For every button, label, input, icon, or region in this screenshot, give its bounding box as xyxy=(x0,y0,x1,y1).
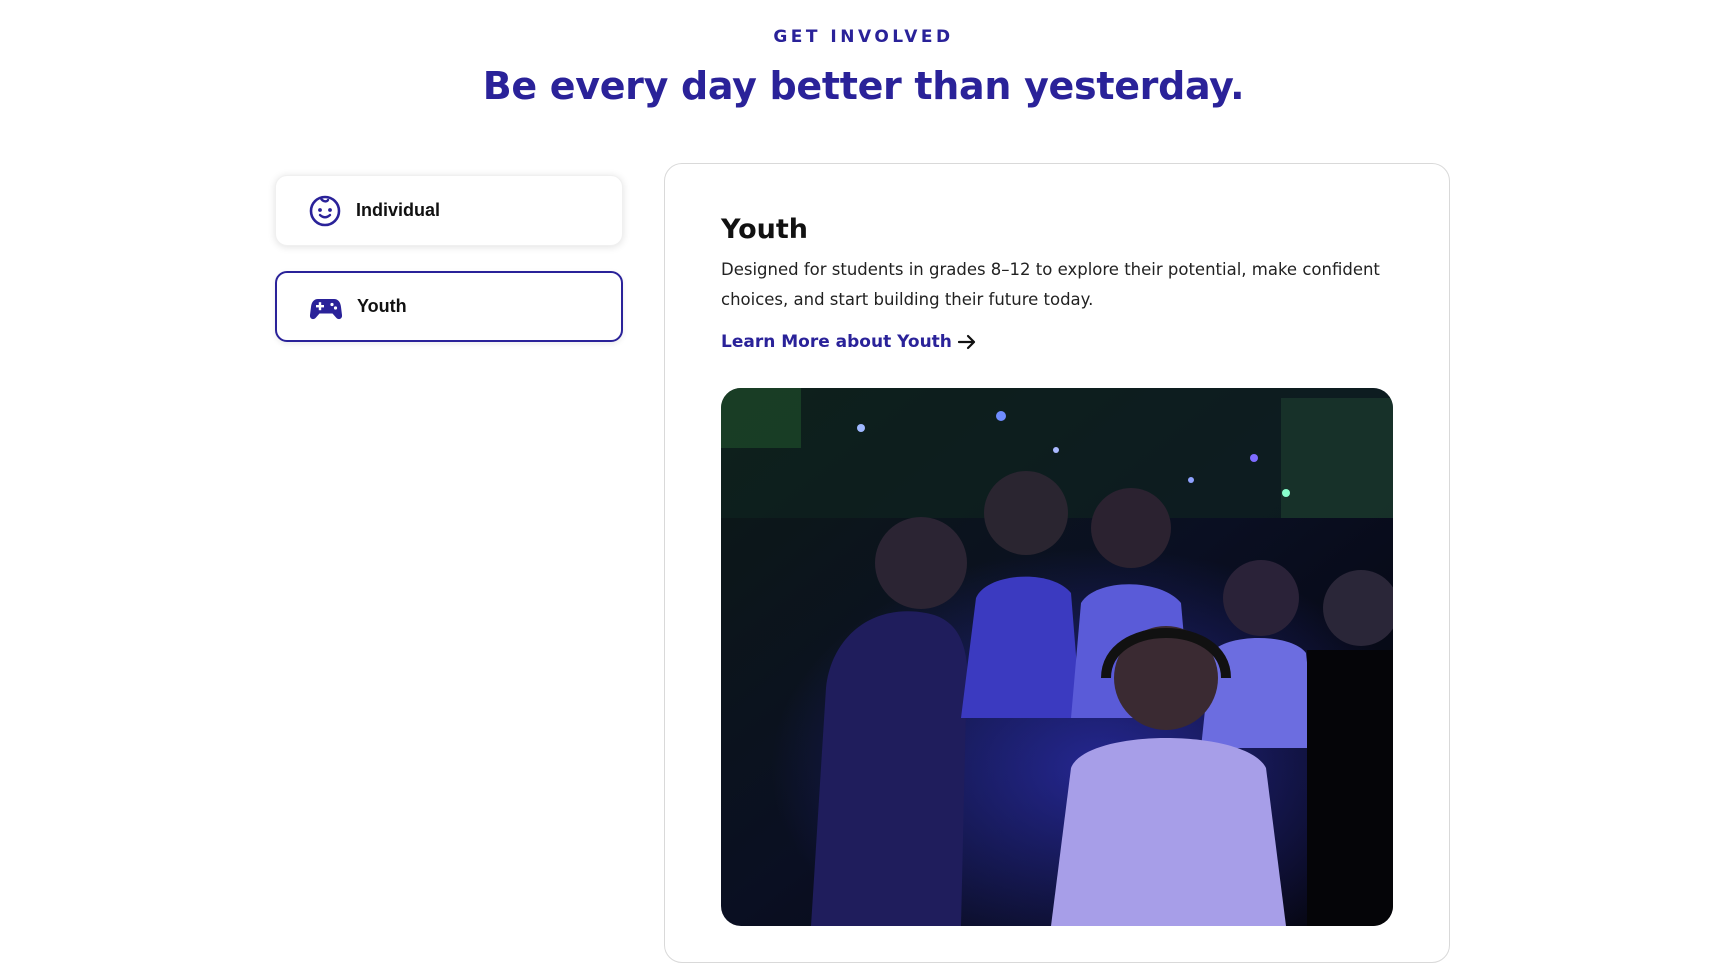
tab-list: Individual Youth xyxy=(275,175,623,342)
tab-individual-label: Individual xyxy=(356,200,441,220)
tab-youth-label: Youth xyxy=(357,296,407,316)
learn-more-link[interactable]: Learn More about Youth xyxy=(721,331,978,353)
detail-title: Youth xyxy=(721,214,808,245)
tab-youth[interactable]: Youth xyxy=(275,271,623,342)
section-eyebrow: GET INVOLVED xyxy=(773,27,954,47)
gamepad-icon xyxy=(309,290,343,324)
learn-more-label: Learn More about Youth xyxy=(721,332,952,352)
youth-gaming-photo xyxy=(721,388,1393,926)
baby-face-icon xyxy=(308,194,342,228)
detail-description: Designed for students in grades 8–12 to … xyxy=(721,260,1380,309)
section-headline: Be every day better than yesterday. xyxy=(482,64,1245,108)
detail-card: Youth Designed for students in grades 8–… xyxy=(664,163,1450,963)
arrow-right-icon xyxy=(957,334,976,350)
tab-individual[interactable]: Individual xyxy=(275,175,623,246)
